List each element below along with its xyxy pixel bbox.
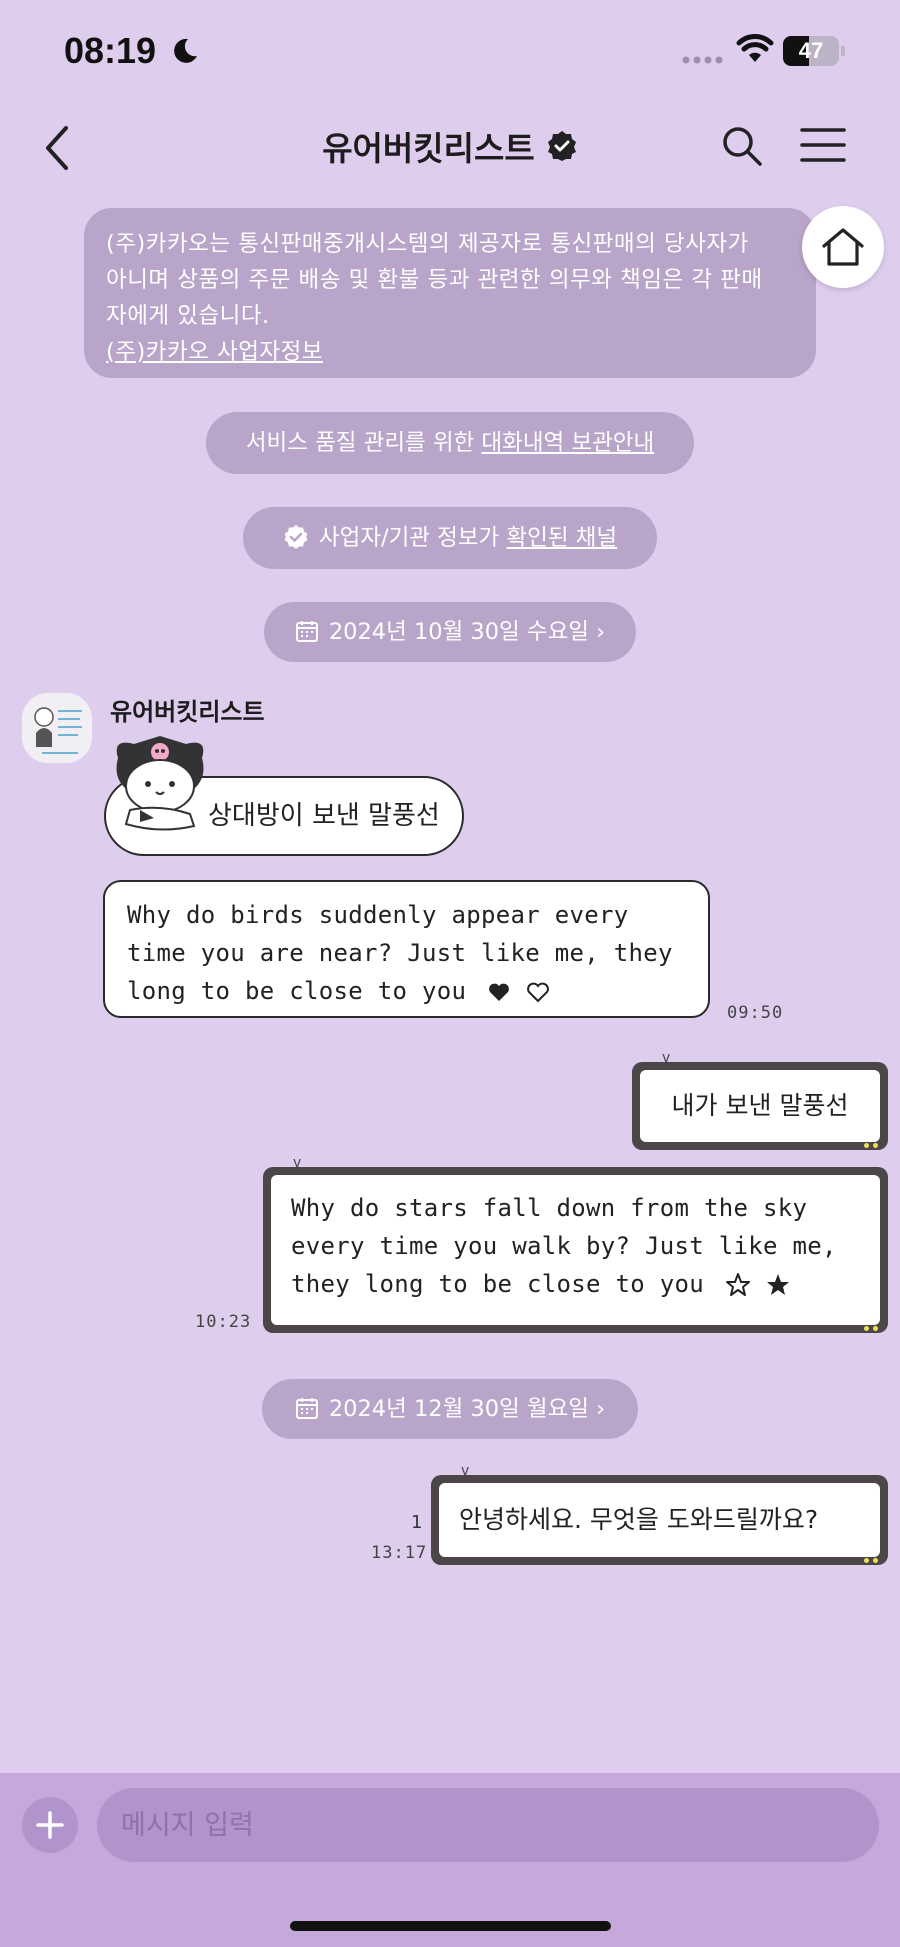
calendar-icon: [295, 1397, 318, 1419]
message-line: time you are near? Just like me, they: [127, 939, 673, 967]
outgoing-message-text: 내가 보낸 말풍선: [640, 1070, 880, 1142]
date-divider[interactable]: 2024년 10월 30일 수요일 ›: [264, 602, 636, 662]
verified-channel-notice: 사업자/기관 정보가 확인된 채널: [243, 507, 657, 569]
cellular-signal-icon: [682, 56, 723, 64]
attach-button[interactable]: [22, 1797, 78, 1853]
message-input-bar: [0, 1773, 900, 1947]
home-indicator[interactable]: [290, 1921, 611, 1931]
message-line: Why do birds suddenly appear every: [127, 901, 629, 929]
wifi-icon: [736, 34, 774, 62]
chat-header: 유어버킷리스트: [0, 108, 900, 188]
message-line: Why do stars fall down from the sky: [291, 1194, 808, 1222]
bubble-tail-icon: v: [293, 1155, 302, 1171]
message-line: they long to be close to you: [291, 1270, 704, 1298]
white-star-icon: [725, 1273, 750, 1296]
plus-icon: [36, 1811, 64, 1839]
outgoing-message-bubble[interactable]: v 안녕하세요. 무엇을 도와드릴까요?: [431, 1463, 888, 1565]
notice-line: 자에게 있습니다.: [106, 303, 270, 329]
verified-check-icon: [284, 524, 308, 549]
message-line: every time you walk by? Just like me,: [291, 1232, 837, 1260]
bubble-tail-icon: v: [461, 1463, 470, 1479]
chat-history-link[interactable]: 대화내역 보관안내: [481, 430, 654, 456]
bubble-decoration: [864, 1143, 880, 1149]
home-icon: [822, 228, 864, 266]
avatar-illustration: [22, 693, 92, 763]
chat-history-notice: 서비스 품질 관리를 위한 대화내역 보관안내: [206, 412, 694, 474]
chevron-right-icon: ›: [589, 1396, 606, 1422]
black-heart-icon: [489, 983, 509, 1001]
outgoing-message-bubble[interactable]: v Why do stars fall down from the sky ev…: [263, 1155, 888, 1333]
black-star-icon: [767, 1274, 790, 1295]
message-input[interactable]: [97, 1788, 879, 1862]
message-time: 13:17: [371, 1543, 428, 1563]
kuromi-character-icon: [116, 736, 204, 831]
channel-home-button[interactable]: [802, 206, 884, 288]
white-heart-icon: [526, 982, 549, 1003]
chat-history-notice-text: 서비스 품질 관리를 위한: [245, 430, 482, 456]
incoming-text-bubble[interactable]: Why do birds suddenly appear every time …: [103, 880, 710, 1018]
battery-level: 47: [798, 38, 824, 63]
message-time: 10:23: [195, 1312, 252, 1332]
verified-badge-icon: [547, 131, 576, 161]
unread-count: 1: [411, 1512, 423, 1533]
date-divider-label: 2024년 12월 30일 월요일: [328, 1396, 590, 1422]
battery-indicator: 47: [783, 36, 845, 66]
incoming-sticker-text: 상대방이 보낸 말풍선: [208, 801, 440, 831]
channel-avatar[interactable]: [22, 693, 92, 763]
outgoing-message-text: 안녕하세요. 무엇을 도와드릴까요?: [439, 1483, 880, 1557]
business-info-link[interactable]: (주)카카오 사업자정보: [106, 334, 794, 370]
kakao-commerce-notice: (주)카카오는 통신판매중개시스템의 제공자로 통신판매의 당사자가 아니며 상…: [84, 208, 816, 378]
channel-title: 유어버킷리스트: [322, 129, 535, 168]
message-time: 09:50: [727, 1003, 784, 1023]
search-button[interactable]: [720, 124, 764, 168]
message-line: long to be close to you: [127, 977, 467, 1005]
chevron-right-icon: ›: [589, 619, 606, 645]
bubble-tail-icon: v: [662, 1050, 671, 1066]
moon-icon: [174, 38, 197, 63]
verified-channel-link[interactable]: 확인된 채널: [506, 525, 617, 551]
status-bar: 08:19 47: [0, 0, 900, 100]
bubble-decoration: [864, 1326, 880, 1332]
header-title-group: 유어버킷리스트: [0, 122, 900, 170]
status-time: 08:19: [64, 30, 157, 71]
outgoing-message-bubble[interactable]: v 내가 보낸 말풍선: [632, 1050, 888, 1150]
notice-line: 아니며 상품의 주문 배송 및 환불 등과 관련한 의무와 책임은 각 판매: [106, 267, 763, 293]
sender-name: 유어버킷리스트: [110, 698, 265, 726]
calendar-icon: [295, 620, 318, 642]
notice-line: (주)카카오는 통신판매중개시스템의 제공자로 통신판매의 당사자가: [106, 231, 749, 257]
date-divider-label: 2024년 10월 30일 수요일: [328, 619, 590, 645]
verified-notice-text: 사업자/기관 정보가: [318, 525, 507, 551]
bubble-decoration: [864, 1558, 880, 1564]
menu-button[interactable]: [800, 126, 846, 164]
date-divider[interactable]: 2024년 12월 30일 월요일 ›: [262, 1379, 638, 1439]
